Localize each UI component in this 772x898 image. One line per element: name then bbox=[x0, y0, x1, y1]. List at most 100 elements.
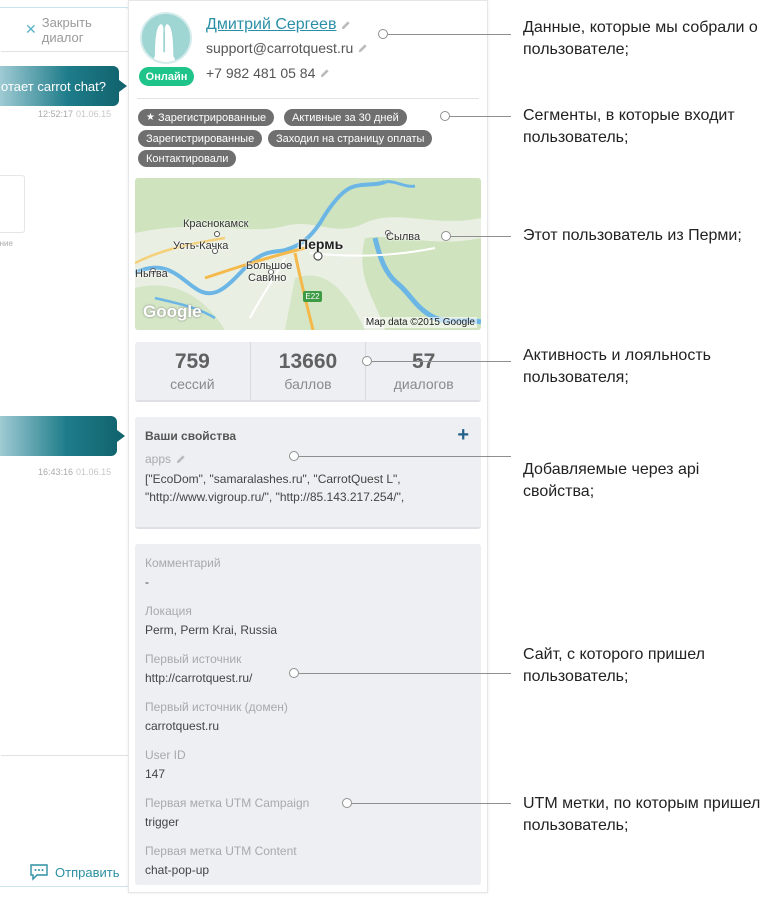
avatar bbox=[140, 12, 192, 64]
property-label: Первый источник (домен) bbox=[145, 700, 288, 714]
user-card-panel: Онлайн Дмитрий Сергеев support@carrotque… bbox=[128, 0, 488, 893]
send-button[interactable]: Отправить bbox=[29, 863, 119, 881]
chat-message-text: отает carrot chat? bbox=[1, 78, 106, 94]
pencil-icon[interactable] bbox=[175, 454, 186, 465]
user-phone: +7 982 481 05 84 bbox=[206, 65, 316, 81]
map-label-sylva: Сылва bbox=[386, 231, 421, 243]
pencil-icon[interactable] bbox=[340, 20, 351, 31]
annotation-utm: UTM метки, по которым пришел пользовател… bbox=[523, 795, 761, 834]
section-divider bbox=[137, 98, 479, 99]
segment-tag-label: Активные за 30 дней bbox=[292, 111, 399, 124]
map-label-krasnokamsk: Краснокамск bbox=[183, 218, 249, 230]
activity-stats: 759 сессий 13660 баллов 57 диалогов bbox=[135, 342, 481, 402]
callout-dot bbox=[342, 798, 352, 808]
property-comment: Комментарий - bbox=[145, 556, 221, 589]
property-utm-content: Первая метка UTM Content chat-pop-up bbox=[145, 844, 297, 877]
user-email: support@carrotquest.ru bbox=[206, 40, 354, 56]
callout-dot bbox=[378, 29, 388, 39]
annotation-segments: Сегменты, в которые входит пользователь; bbox=[523, 107, 735, 146]
property-label: Комментарий bbox=[145, 556, 221, 570]
property-label: Локация bbox=[145, 604, 192, 618]
segment-tag-label: Зарегистрированные bbox=[146, 132, 255, 145]
user-name-link[interactable]: Дмитрий Сергеев bbox=[206, 16, 336, 34]
star-icon: ★ bbox=[146, 112, 155, 123]
stat-dialogs: 57 диалогов bbox=[366, 342, 481, 400]
property-value: 147 bbox=[145, 767, 166, 781]
callout-line bbox=[372, 361, 511, 362]
user-phone-row: +7 982 481 05 84 bbox=[206, 65, 330, 81]
message-date: 01.06.15 bbox=[76, 109, 112, 119]
attachment-caption: вание bbox=[0, 239, 13, 248]
property-value: chat-pop-up bbox=[145, 863, 210, 877]
user-properties-list: Комментарий - Локация Perm, Perm Krai, R… bbox=[135, 544, 481, 885]
stat-sessions: 759 сессий bbox=[135, 342, 251, 400]
add-property-button[interactable]: + bbox=[457, 424, 469, 447]
message-timestamp: 16:43:16 01.06.15 bbox=[38, 467, 111, 477]
message-timestamp: 12:52:17 01.06.15 bbox=[38, 109, 111, 119]
property-value: carrotquest.ru bbox=[145, 719, 220, 733]
segment-tag-label: Зарегистрированные bbox=[157, 111, 267, 124]
stat-value: 13660 bbox=[278, 350, 338, 373]
annotation-user-data: Данные, которые мы собрали о пользовател… bbox=[523, 19, 758, 58]
segment-tag[interactable]: Зарегистрированные bbox=[138, 130, 263, 147]
callout-line bbox=[299, 673, 511, 674]
segment-tag[interactable]: Активные за 30 дней bbox=[284, 109, 407, 126]
property-label: Первая метка UTM Campaign bbox=[145, 796, 310, 810]
annotation-first-source: Сайт, с которого пришел пользователь; bbox=[523, 646, 705, 685]
segment-tag[interactable]: Контактировали bbox=[138, 150, 237, 167]
message-time: 12:52:17 bbox=[38, 109, 74, 119]
property-label: Первый источник bbox=[145, 652, 242, 666]
map-label-nytva: Нытва bbox=[135, 268, 168, 280]
property-first-source-domain: Первый источник (домен) carrotquest.ru bbox=[145, 700, 288, 733]
apps-label-text: apps bbox=[145, 452, 172, 466]
annotation-api-props: Добавляемые через api свойства; bbox=[523, 461, 700, 500]
property-label: Первая метка UTM Content bbox=[145, 844, 297, 858]
road-badge: E22 bbox=[303, 291, 322, 302]
user-email-row: support@carrotquest.ru bbox=[206, 40, 368, 56]
stat-value: 759 bbox=[174, 350, 210, 373]
apps-property-label: apps bbox=[145, 452, 186, 466]
stat-points: 13660 баллов bbox=[251, 342, 367, 400]
chat-message-bubble: отает carrot chat? bbox=[0, 66, 127, 106]
property-value: Perm, Perm Krai, Russia bbox=[145, 623, 278, 637]
callout-dot bbox=[289, 451, 299, 461]
segment-tag[interactable]: Заходил на страницу оплаты bbox=[268, 130, 433, 147]
callout-dot bbox=[440, 111, 450, 121]
callout-dot bbox=[362, 356, 372, 366]
rabbit-avatar-icon bbox=[142, 14, 187, 62]
stat-value: 57 bbox=[412, 350, 436, 373]
map-label-perm: Пермь bbox=[298, 236, 344, 252]
close-icon: ✕ bbox=[25, 21, 37, 37]
callout-line bbox=[450, 116, 511, 117]
pencil-icon[interactable] bbox=[319, 68, 330, 79]
callout-line bbox=[299, 456, 511, 457]
attachment-card[interactable] bbox=[0, 175, 25, 233]
google-logo: Google bbox=[143, 302, 202, 321]
property-value: http://carrotquest.ru/ bbox=[145, 671, 253, 685]
pencil-icon[interactable] bbox=[357, 43, 368, 54]
user-name-row: Дмитрий Сергеев bbox=[206, 16, 351, 34]
annotation-location: Этот пользователь из Перми; bbox=[523, 227, 742, 244]
map-label-bolshoe: Большое bbox=[246, 260, 293, 272]
property-location: Локация Perm, Perm Krai, Russia bbox=[145, 604, 277, 637]
chat-bubble-icon bbox=[30, 864, 48, 881]
property-user-id: User ID 147 bbox=[145, 748, 186, 781]
close-dialog-button[interactable]: ✕ Закрыть диалог bbox=[1, 8, 129, 52]
property-value: trigger bbox=[145, 815, 180, 829]
property-label: User ID bbox=[145, 748, 186, 762]
callout-line bbox=[352, 803, 511, 804]
message-date: 01.06.15 bbox=[76, 467, 112, 477]
custom-properties: Ваши свойства + apps ["EcoDom", "samaral… bbox=[135, 417, 481, 529]
location-map[interactable]: Краснокамск Усть-Качка Пермь Большое Сав… bbox=[135, 178, 481, 330]
stat-label: диалогов bbox=[393, 376, 454, 392]
callout-line bbox=[451, 236, 511, 237]
message-time: 16:43:16 bbox=[38, 467, 74, 477]
close-dialog-label: Закрыть диалог bbox=[41, 14, 92, 45]
property-value: - bbox=[145, 575, 149, 589]
custom-properties-title: Ваши свойства bbox=[145, 429, 237, 443]
property-utm-campaign: Первая метка UTM Campaign trigger bbox=[145, 796, 309, 829]
send-label: Отправить bbox=[55, 864, 120, 880]
chat-input-divider bbox=[1, 755, 129, 756]
segment-tag[interactable]: ★ Зарегистрированные bbox=[138, 109, 275, 126]
map-label-savino: Савино bbox=[248, 272, 287, 284]
